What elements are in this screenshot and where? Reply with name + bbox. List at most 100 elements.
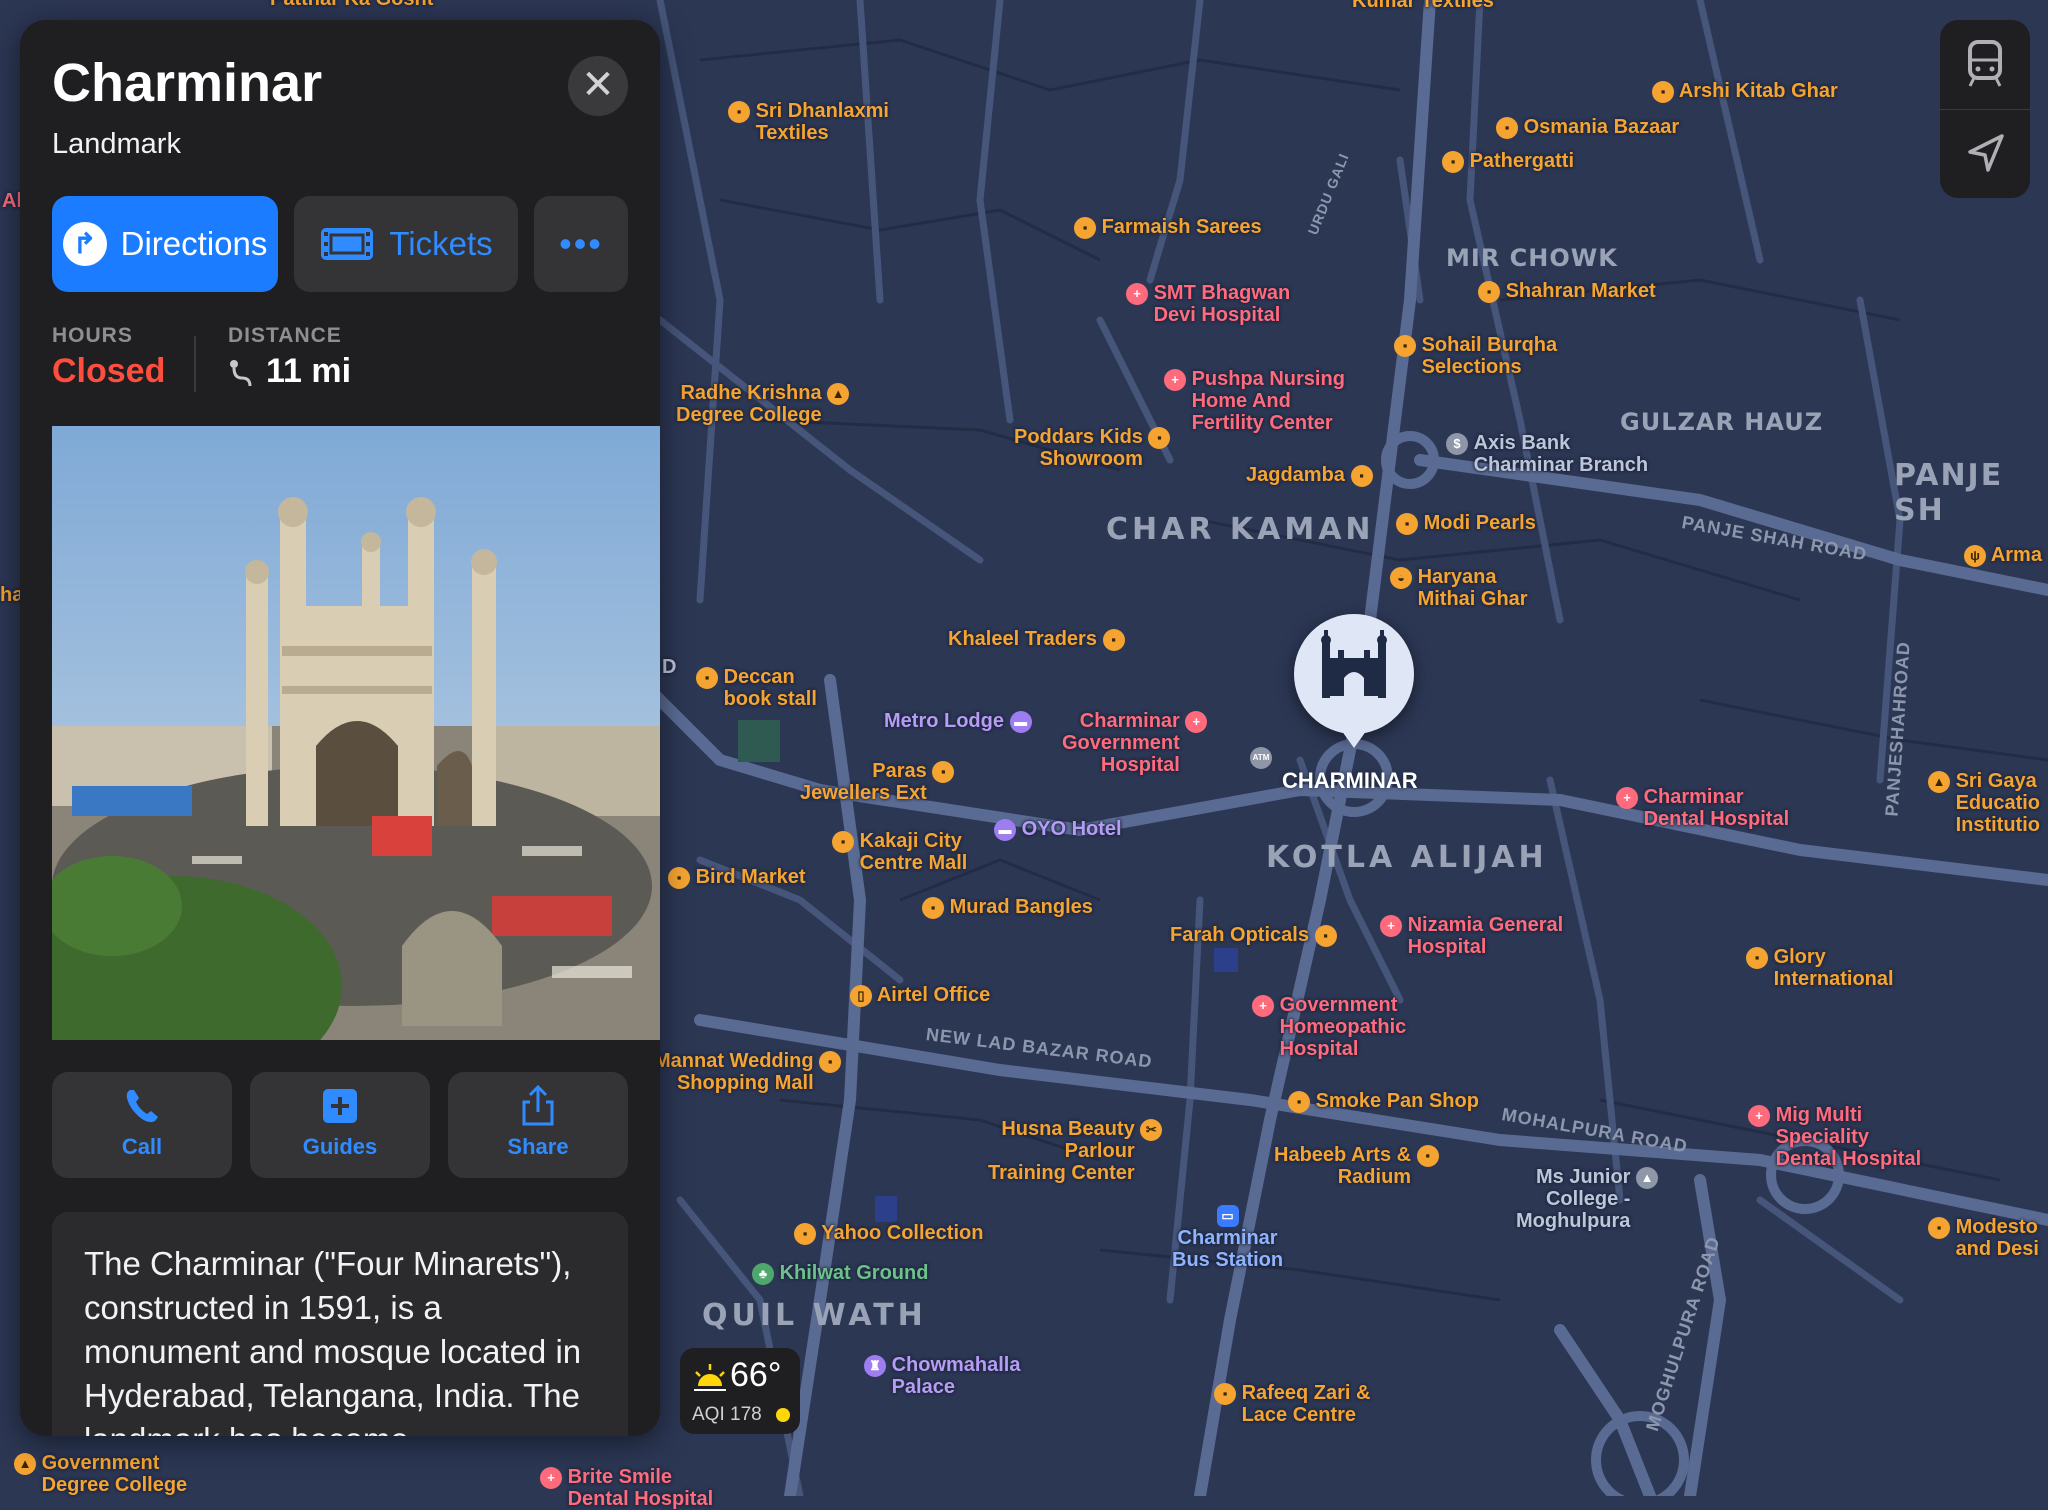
poi-kumar-textiles[interactable]: Kumar Textiles [1352,0,1494,12]
shop-icon: ▪ [1102,628,1125,651]
location-arrow-icon [1968,134,2004,172]
poi-rafeeq-zari[interactable]: ▪ Rafeeq Zari & Lace Centre [1214,1382,1371,1426]
poi-osmania-bazaar[interactable]: ▪ Osmania Bazaar [1496,116,1679,139]
place-photo[interactable] [52,426,660,1040]
shop-icon: ▪ [1394,334,1416,357]
close-button[interactable]: ✕ [568,56,628,116]
poi-habeeb-arts[interactable]: Habeeb Arts & Radium ▪ [1274,1144,1439,1188]
poi-farmaish-sarees[interactable]: ▪ Farmaish Sarees [1074,216,1262,239]
poi-farah-opticals[interactable]: Farah Opticals ▪ [1170,924,1337,947]
charminar-pin[interactable] [1294,614,1414,734]
poi-pathergatti[interactable]: ▪ Pathergatti [1442,150,1574,173]
poi-axis-bank[interactable]: $ Axis Bank Charminar Branch [1446,432,1648,476]
divider [194,336,196,392]
poi-glory-international[interactable]: ▪ Glory International [1746,946,1894,990]
poi-charminar-bus-station[interactable]: ▭ Charminar Bus Station [1172,1204,1283,1271]
transit-button[interactable] [1940,20,2030,109]
poi-haryana-mithai[interactable]: ◒ Haryana Mithai Ghar [1390,566,1528,610]
poi-arma[interactable]: ψ Arma [1964,544,2042,567]
directions-button[interactable]: ↱ Directions [52,196,278,292]
poi-nizamia-general[interactable]: + Nizamia General Hospital [1380,914,1563,958]
tickets-button[interactable]: Tickets [294,196,518,292]
shop-icon: ▪ [1314,924,1337,947]
poi-ms-junior-college[interactable]: Ms Junior College - Moghulpura ▲ [1516,1166,1658,1232]
poi-husna-beauty[interactable]: Husna Beauty Parlour Training Center ✂ [988,1118,1163,1184]
phone-store-icon: ▯ [850,984,872,1007]
park-icon: ♣ [752,1262,774,1285]
poi-murad-bangles[interactable]: ▪ Murad Bangles [922,896,1093,919]
area-label-char-kaman: CHAR KAMAN [1106,512,1375,547]
poi-edge-d: D [662,656,677,678]
poi-charminar-dental[interactable]: + Charminar Dental Hospital [1616,786,1789,830]
poi-modi-pearls[interactable]: ▪ Modi Pearls [1396,512,1536,535]
poi-poddars-kids[interactable]: Poddars Kids Showroom ▪ [1014,426,1171,470]
poi-sri-dhanlaxmi[interactable]: ▪ Sri Dhanlaxmi Textiles [728,100,889,144]
shop-icon: ▪ [1214,1382,1236,1405]
hospital-icon: + [1126,282,1148,305]
location-button[interactable] [1940,110,2030,198]
share-button[interactable]: Share [448,1072,628,1178]
shop-icon: ▪ [696,666,718,689]
charminar-photo-image [52,426,660,1040]
poi-airtel-office[interactable]: ▯ Airtel Office [850,984,990,1007]
poi-paras-jewellers[interactable]: Paras Jewellers Ext ▪ [800,760,955,804]
hours-caption: HOURS [52,324,133,347]
area-label-gulzar-hauz: GULZAR HAUZ [1620,408,1824,436]
poi-charminar-govt-hospital[interactable]: Charminar Government Hospital + [1062,710,1208,776]
shop-icon: ▪ [1928,1216,1950,1239]
call-button[interactable]: Call [52,1072,232,1178]
poi-jagdamba[interactable]: Jagdamba ▪ [1246,464,1373,487]
poi-oyo-hotel[interactable]: ▬ OYO Hotel [994,818,1122,841]
hospital-icon: + [1164,368,1186,391]
shop-icon: ▪ [668,866,690,889]
poi-radhe-krishna[interactable]: Radhe Krishna Degree College ▲ [676,382,850,426]
area-label-mir-chowk: MIR CHOWK [1446,244,1618,272]
place-category: Landmark [52,128,181,160]
poi-kakaji-city[interactable]: ▪ Kakaji City Centre Mall [832,830,967,874]
poi-pushpa-nursing[interactable]: + Pushpa Nursing Home And Fertility Cent… [1164,368,1345,434]
sun-icon [694,1364,726,1391]
shop-icon: ▪ [832,830,854,853]
poi-govt-homeopathic[interactable]: + Government Homeopathic Hospital [1252,994,1406,1060]
poi-yahoo-collection[interactable]: ▪ Yahoo Collection [794,1222,983,1245]
poi-sohail-burqha[interactable]: ▪ Sohail Burqha Selections [1394,334,1557,378]
hotel-icon: ▬ [994,818,1016,841]
guides-button[interactable]: Guides [250,1072,430,1178]
shop-icon: ▪ [1074,216,1096,239]
description-card: The Charminar ("Four Minarets"), constru… [52,1212,628,1436]
poi-arshi-kitab-ghar[interactable]: ▪ Arshi Kitab Ghar [1652,80,1838,103]
poi-khaleel-traders[interactable]: Khaleel Traders ▪ [948,628,1125,651]
poi-deccan-book-stall[interactable]: ▪ Deccan book stall [696,666,817,710]
poi-modesto[interactable]: ▪ Modesto and Desi [1928,1216,2039,1260]
poi-brite-smile[interactable]: + Brite Smile Dental Hospital [540,1466,713,1510]
place-title: Charminar [52,53,323,113]
poi-shahran-market[interactable]: ▪ Shahran Market [1478,280,1656,303]
place-card: Charminar Landmark ✕ ↱ Directions Ticket… [20,20,660,1436]
hospital-icon: + [1252,994,1274,1017]
poi-bird-market[interactable]: ▪ Bird Market [668,866,806,889]
poi-metro-lodge[interactable]: Metro Lodge ▬ [884,710,1032,733]
poi-smoke-pan-shop[interactable]: ▪ Smoke Pan Shop [1288,1090,1479,1113]
poi-pathar[interactable]: Patthar Ka Gosht [270,0,433,10]
poi-govt-degree-college[interactable]: ▲ Government Degree College [14,1452,187,1496]
poi-mig-multi-speciality[interactable]: + Mig Multi Speciality Dental Hospital [1748,1104,1921,1170]
shop-icon: ▪ [1148,426,1171,449]
weather-widget[interactable]: 66° AQI 178 [680,1348,800,1434]
shop-icon: ▪ [819,1050,842,1073]
poi-atm[interactable]: ATM [1250,746,1272,769]
poi-khilwat-ground[interactable]: ♣ Khilwat Ground [752,1262,928,1285]
poi-smt-bhagwan[interactable]: + SMT Bhagwan Devi Hospital [1126,282,1290,326]
more-button[interactable]: ••• [534,196,628,292]
poi-mannat-wedding[interactable]: Mannat Wedding Shopping Mall ▪ [654,1050,842,1094]
phone-icon [126,1090,158,1123]
poi-chowmahalla-palace[interactable]: ♜ Chowmahalla Palace [864,1354,1020,1398]
food-icon: ◒ [1390,566,1412,589]
more-icon: ••• [559,223,603,264]
distance-value: 11 mi [266,352,352,390]
monument-icon [1321,630,1387,698]
shop-icon: ▪ [1350,464,1373,487]
hospital-icon: + [1616,786,1638,809]
shop-icon: ▪ [1416,1144,1439,1167]
hours-status: Closed [52,352,166,390]
poi-sri-gaya[interactable]: ▲ Sri Gaya Educatio Institutio [1928,770,2040,836]
